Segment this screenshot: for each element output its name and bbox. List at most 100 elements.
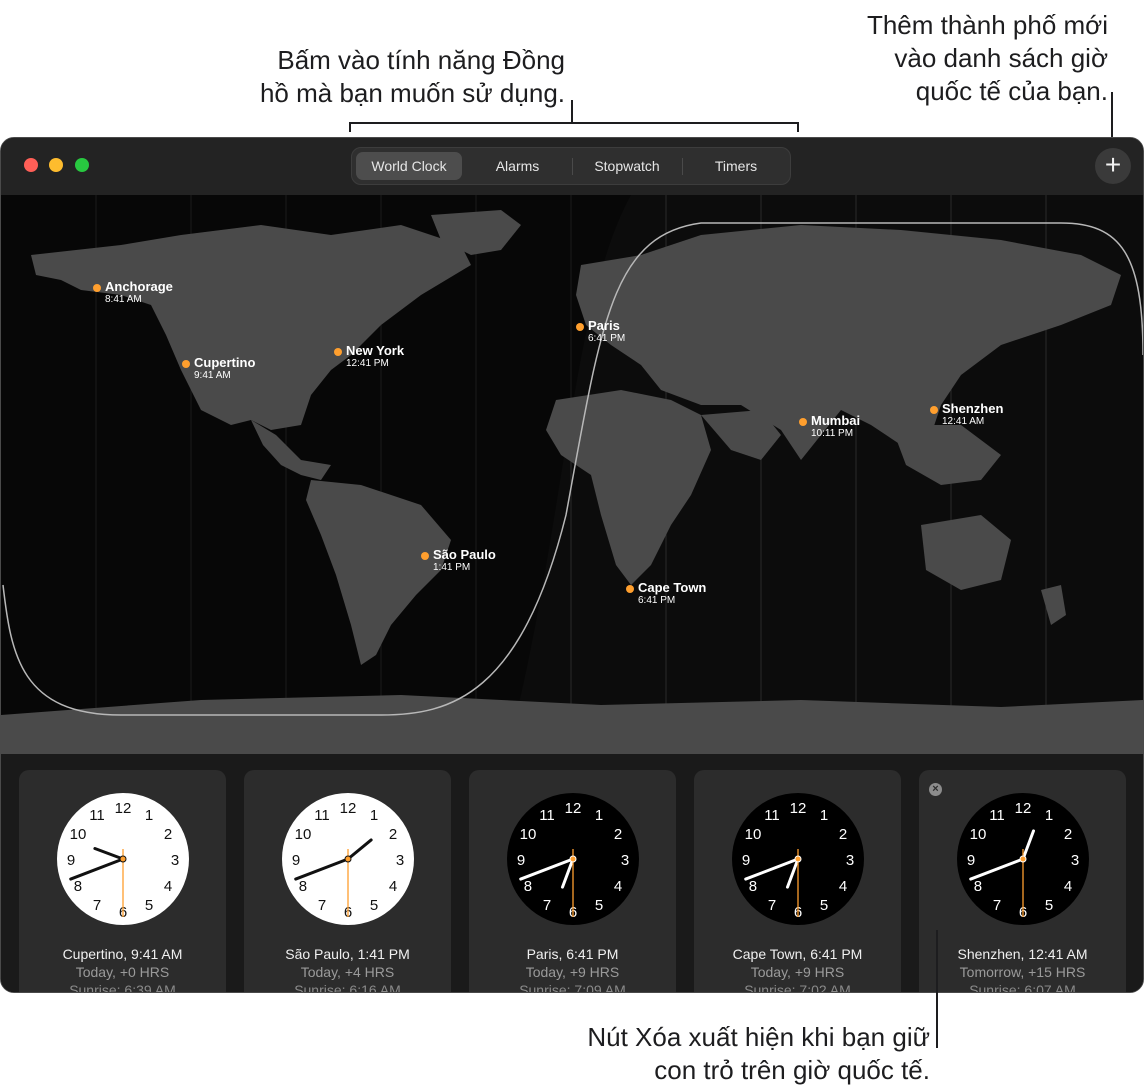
clock-numeral: 10	[970, 826, 987, 843]
clock-numeral: 3	[396, 852, 404, 869]
clock-city-time: São Paulo, 1:41 PM	[285, 946, 410, 962]
clock-numeral: 3	[621, 852, 629, 869]
tab-separator	[682, 158, 683, 175]
clock-center-pin	[119, 855, 127, 863]
clock-numeral: 4	[1064, 878, 1072, 895]
clock-card[interactable]: × 123456789101112 Shenzhen, 12:41 AM Tom…	[919, 770, 1126, 992]
clock-sunrise: Sunrise: 6:39 AM	[69, 982, 176, 993]
clock-numeral: 2	[389, 826, 397, 843]
close-window-button[interactable]	[24, 158, 38, 172]
clock-numeral: 10	[520, 826, 537, 843]
city-dot	[334, 348, 342, 356]
city-time: 12:41 AM	[942, 416, 985, 427]
clock-card[interactable]: 123456789101112 Cupertino, 9:41 AM Today…	[19, 770, 226, 993]
remove-clock-button[interactable]: ×	[929, 783, 942, 796]
clock-card[interactable]: 123456789101112 Cape Town, 6:41 PM Today…	[694, 770, 901, 993]
add-city-button[interactable]: +	[1095, 148, 1131, 184]
zoom-window-button[interactable]	[75, 158, 89, 172]
tab-timers[interactable]: Timers	[684, 152, 788, 180]
clock-numeral: 3	[846, 852, 854, 869]
clock-numeral: 8	[749, 878, 757, 895]
clock-numeral: 9	[742, 852, 750, 869]
plus-icon: +	[1104, 149, 1122, 180]
minimize-window-button[interactable]	[49, 158, 63, 172]
tab-world-clock[interactable]: World Clock	[356, 152, 462, 180]
clock-city-time: Paris, 6:41 PM	[526, 946, 619, 962]
clock-numeral: 1	[145, 807, 153, 824]
clock-numeral: 7	[993, 897, 1001, 914]
callout-add-line-1: Thêm thành phố mới	[866, 10, 1108, 40]
city-time: 8:41 AM	[105, 294, 142, 305]
clock-city-time: Cupertino, 9:41 AM	[62, 946, 183, 962]
clock-numeral: 9	[967, 852, 975, 869]
clock-sunrise: Sunrise: 7:02 AM	[744, 982, 851, 993]
city-name: Anchorage	[105, 279, 173, 294]
clock-numeral: 2	[614, 826, 622, 843]
callout-remove-line-1: Nút Xóa xuất hiện khi bạn giữ	[587, 1022, 930, 1052]
clock-numeral: 3	[1071, 852, 1079, 869]
clock-numeral: 4	[389, 878, 397, 895]
city-name: Mumbai	[811, 413, 861, 428]
world-map: Anchorage 8:41 AM Cupertino 9:41 AM New …	[1, 195, 1143, 754]
clock-numeral: 8	[74, 878, 82, 895]
clock-day-offset: Tomorrow, +15 HRS	[959, 964, 1086, 980]
clock-city-time: Cape Town, 6:41 PM	[732, 946, 863, 962]
clock-sunrise: Sunrise: 7:09 AM	[519, 982, 626, 993]
clock-numeral: 7	[93, 897, 101, 914]
city-time: 6:41 PM	[588, 333, 626, 344]
clock-center-pin	[794, 855, 802, 863]
clock-numeral: 7	[768, 897, 776, 914]
clock-numeral: 7	[543, 897, 551, 914]
clock-card[interactable]: 123456789101112 São Paulo, 1:41 PM Today…	[244, 770, 451, 993]
clock-numeral: 5	[1045, 897, 1053, 914]
city-dot	[576, 323, 584, 331]
clock-center-pin	[1019, 855, 1027, 863]
clock-center-pin	[344, 855, 352, 863]
city-time: 10:11 PM	[811, 428, 854, 439]
clock-numeral: 9	[517, 852, 525, 869]
callout-tabs: Bấm vào tính năng Đồng hồ mà bạn muốn sử…	[200, 44, 565, 110]
clock-card[interactable]: 123456789101112 Paris, 6:41 PM Today, +9…	[469, 770, 676, 993]
tab-alarms[interactable]: Alarms	[465, 152, 570, 180]
city-name: New York	[346, 343, 405, 358]
clock-numeral: 2	[164, 826, 172, 843]
callout-remove-leader	[936, 930, 938, 1048]
clock-numeral: 12	[790, 800, 807, 817]
analog-clock: 123456789101112	[507, 793, 639, 925]
clock-numeral: 1	[1045, 807, 1053, 824]
clock-numeral: 2	[1064, 826, 1072, 843]
clock-numeral: 2	[839, 826, 847, 843]
tab-separator	[572, 158, 573, 175]
city-name: Shenzhen	[942, 401, 1004, 416]
clock-day-offset: Today, +4 HRS	[300, 964, 395, 980]
clock-numeral: 1	[370, 807, 378, 824]
clock-numeral: 5	[595, 897, 603, 914]
clock-numeral: 9	[67, 852, 75, 869]
clock-city-time: Shenzhen, 12:41 AM	[957, 946, 1088, 962]
title-bar: World Clock Alarms Stopwatch Timers +	[1, 138, 1143, 196]
clock-numeral: 12	[115, 800, 132, 817]
clock-sunrise: Sunrise: 6:16 AM	[294, 982, 401, 993]
callout-tabs-line-1: Bấm vào tính năng Đồng	[277, 45, 565, 75]
clock-numeral: 8	[524, 878, 532, 895]
callout-add: Thêm thành phố mới vào danh sách giờ quố…	[790, 9, 1108, 108]
city-name: Cape Town	[638, 580, 707, 595]
callout-tabs-bracket	[349, 122, 799, 124]
clock-app-window: World Clock Alarms Stopwatch Timers + An…	[0, 137, 1144, 993]
clock-numeral: 4	[164, 878, 172, 895]
clock-numeral: 8	[974, 878, 982, 895]
tab-stopwatch[interactable]: Stopwatch	[574, 152, 680, 180]
clock-center-pin	[569, 855, 577, 863]
clock-numeral: 11	[764, 807, 780, 824]
clock-numeral: 4	[839, 878, 847, 895]
clock-numeral: 10	[745, 826, 762, 843]
city-dot	[930, 406, 938, 414]
clock-numeral: 11	[989, 807, 1005, 824]
callout-remove-line-2: con trỏ trên giờ quốc tế.	[654, 1055, 930, 1085]
clock-numeral: 5	[145, 897, 153, 914]
world-clock-list: 123456789101112 Cupertino, 9:41 AM Today…	[1, 754, 1143, 993]
city-time: 9:41 AM	[194, 370, 231, 381]
clock-numeral: 10	[70, 826, 87, 843]
city-time: 12:41 PM	[346, 358, 389, 369]
clock-numeral: 4	[614, 878, 622, 895]
